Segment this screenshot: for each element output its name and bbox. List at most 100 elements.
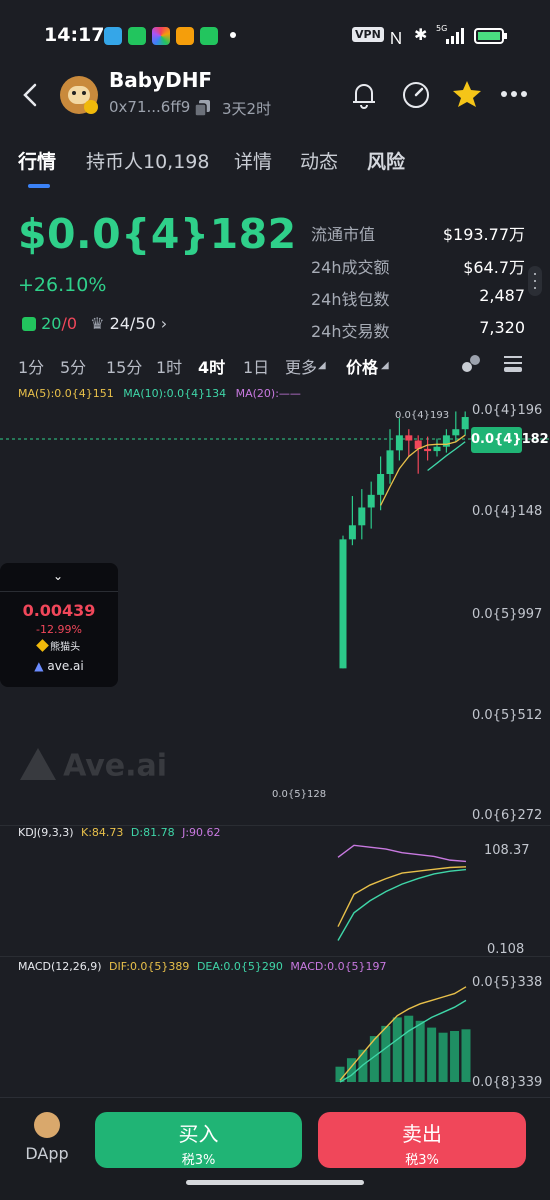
tab-risk[interactable]: 风险	[367, 147, 405, 174]
stat-label-volume: 24h成交额	[311, 258, 390, 277]
candle-body	[424, 448, 432, 452]
sell-button[interactable]: 卖出 税3%	[318, 1112, 526, 1168]
badge-score[interactable]: 24/50	[110, 314, 156, 333]
candle-body	[442, 435, 450, 447]
tf-5m[interactable]: 5分	[60, 354, 86, 378]
kdj-d-label: D:81.78	[130, 826, 175, 839]
kdj-k-label: K:84.73	[81, 826, 124, 839]
token-address: 0x71...6ff9	[109, 98, 191, 116]
stat-label-trades: 24h交易数	[311, 322, 390, 341]
watermark-text: Ave.ai	[63, 748, 168, 784]
dapp-label: DApp	[25, 1144, 69, 1163]
wechat-icon	[128, 27, 146, 45]
candle-body	[339, 539, 347, 669]
tf-1d[interactable]: 1日	[243, 354, 269, 378]
bluetooth-icon: ✱	[414, 25, 428, 44]
popup-change: -12.99%	[36, 623, 82, 636]
ave-brand-icon: ▲	[34, 659, 44, 673]
ave-logo-icon	[20, 748, 56, 780]
price-mode[interactable]: 价格	[346, 354, 378, 378]
game-app-icon	[176, 27, 194, 45]
tf-4h[interactable]: 4时	[198, 354, 225, 378]
tab-holders[interactable]: 持币人10,198	[86, 147, 209, 174]
more-icon[interactable]	[500, 90, 528, 98]
side-drawer-handle[interactable]	[528, 266, 542, 296]
tf-1m[interactable]: 1分	[18, 354, 44, 378]
stat-value-wallets: 2,487	[479, 286, 525, 305]
high-label: 0.0{4}193	[395, 410, 450, 421]
stat-value-trades: 7,320	[479, 318, 525, 337]
popup-price: 0.00439	[22, 601, 96, 620]
buy-tax: 税3%	[181, 1153, 216, 1168]
ma10-label: MA(10):0.0{4}134	[123, 387, 227, 400]
macd-dea-label: DEA:0.0{5}290	[196, 960, 283, 973]
tf-more[interactable]: 更多	[285, 354, 317, 378]
tf-15m[interactable]: 15分	[106, 354, 142, 378]
tab-details[interactable]: 详情	[234, 147, 272, 174]
chart-settings-icon[interactable]	[502, 352, 524, 374]
dapp-button[interactable]: DApp	[22, 1112, 72, 1163]
gauge-icon[interactable]	[400, 80, 432, 110]
candle-body	[461, 417, 469, 430]
candle-body	[405, 435, 413, 441]
kdj-title: KDJ(9,3,3)	[18, 826, 74, 839]
more-notifications-dot	[230, 32, 236, 38]
crown-icon: ♛	[90, 314, 105, 333]
candle-body	[452, 429, 460, 436]
current-price-tag: 0.0{4}182	[471, 427, 549, 453]
bnb-icon	[36, 639, 49, 652]
badge-negative-count: /0	[61, 314, 78, 333]
stat-value-market-cap: $193.77万	[442, 225, 525, 244]
signal-icon	[446, 28, 464, 44]
candle-body	[377, 474, 385, 495]
star-icon[interactable]	[452, 80, 482, 108]
bell-icon[interactable]	[350, 80, 378, 110]
colorful-app-icon	[152, 27, 170, 45]
kdj-y-tick-high: 108.37	[484, 843, 530, 858]
y-tick-4: 0.0{5}512	[472, 708, 543, 723]
back-icon[interactable]	[20, 82, 40, 108]
macd-bar	[381, 1025, 391, 1082]
price-popup[interactable]: ⌄ 0.00439 -12.99% 熊猫头 ▲ ave.ai	[0, 563, 118, 687]
chain-badge-icon	[84, 100, 98, 114]
low-label: 0.0{5}128	[272, 789, 327, 800]
home-indicator[interactable]	[186, 1180, 364, 1185]
buy-button[interactable]: 买入 税3%	[95, 1112, 302, 1168]
badge-positive-count: 20	[41, 314, 62, 333]
chevron-right-icon: ›	[155, 314, 168, 333]
macd-title: MACD(12,26,9)	[18, 960, 102, 973]
tab-underline	[28, 184, 50, 188]
macd-bar	[415, 1020, 425, 1082]
telegram-icon	[104, 27, 122, 45]
macd-bar	[450, 1031, 460, 1082]
tf-1h[interactable]: 1时	[156, 354, 182, 378]
sell-label: 卖出	[402, 1122, 442, 1146]
ma5-label: MA(5):0.0{4}151	[18, 387, 114, 400]
current-price: $0.0{4}182	[18, 210, 297, 258]
dapp-icon	[34, 1112, 60, 1138]
kdj-chart[interactable]	[0, 840, 550, 955]
macd-bar	[404, 1015, 414, 1082]
y-tick-5: 0.0{6}272	[472, 808, 543, 823]
tab-market[interactable]: 行情	[18, 147, 56, 174]
kdj-y-tick-low: 0.108	[487, 942, 525, 957]
stat-label-wallets: 24h钱包数	[311, 290, 390, 309]
battery-icon	[474, 28, 507, 44]
macd-chart[interactable]	[0, 975, 550, 1090]
kdj-k-line	[337, 866, 467, 927]
y-tick-2: 0.0{4}148	[472, 504, 543, 519]
indicator-icon[interactable]	[460, 352, 482, 374]
tab-activity[interactable]: 动态	[300, 147, 338, 174]
popup-collapse-icon[interactable]: ⌄	[53, 569, 63, 583]
macd-bar	[392, 1017, 402, 1082]
copy-icon[interactable]	[194, 99, 212, 117]
y-tick-3: 0.0{5}997	[472, 607, 543, 622]
macd-y-tick-low: 0.0{8}339	[472, 1075, 543, 1090]
candle-body	[367, 494, 375, 508]
macd-legend: MACD(12,26,9) DIF:0.0{5}389 DEA:0.0{5}29…	[18, 960, 387, 973]
watermark: Ave.ai	[18, 746, 167, 786]
ma-legend: MA(5):0.0{4}151 MA(10):0.0{4}134 MA(20):…	[18, 387, 301, 400]
vpn-badge: VPN	[352, 27, 384, 42]
macd-value-label: MACD:0.0{5}197	[290, 960, 387, 973]
buy-label: 买入	[178, 1122, 219, 1146]
